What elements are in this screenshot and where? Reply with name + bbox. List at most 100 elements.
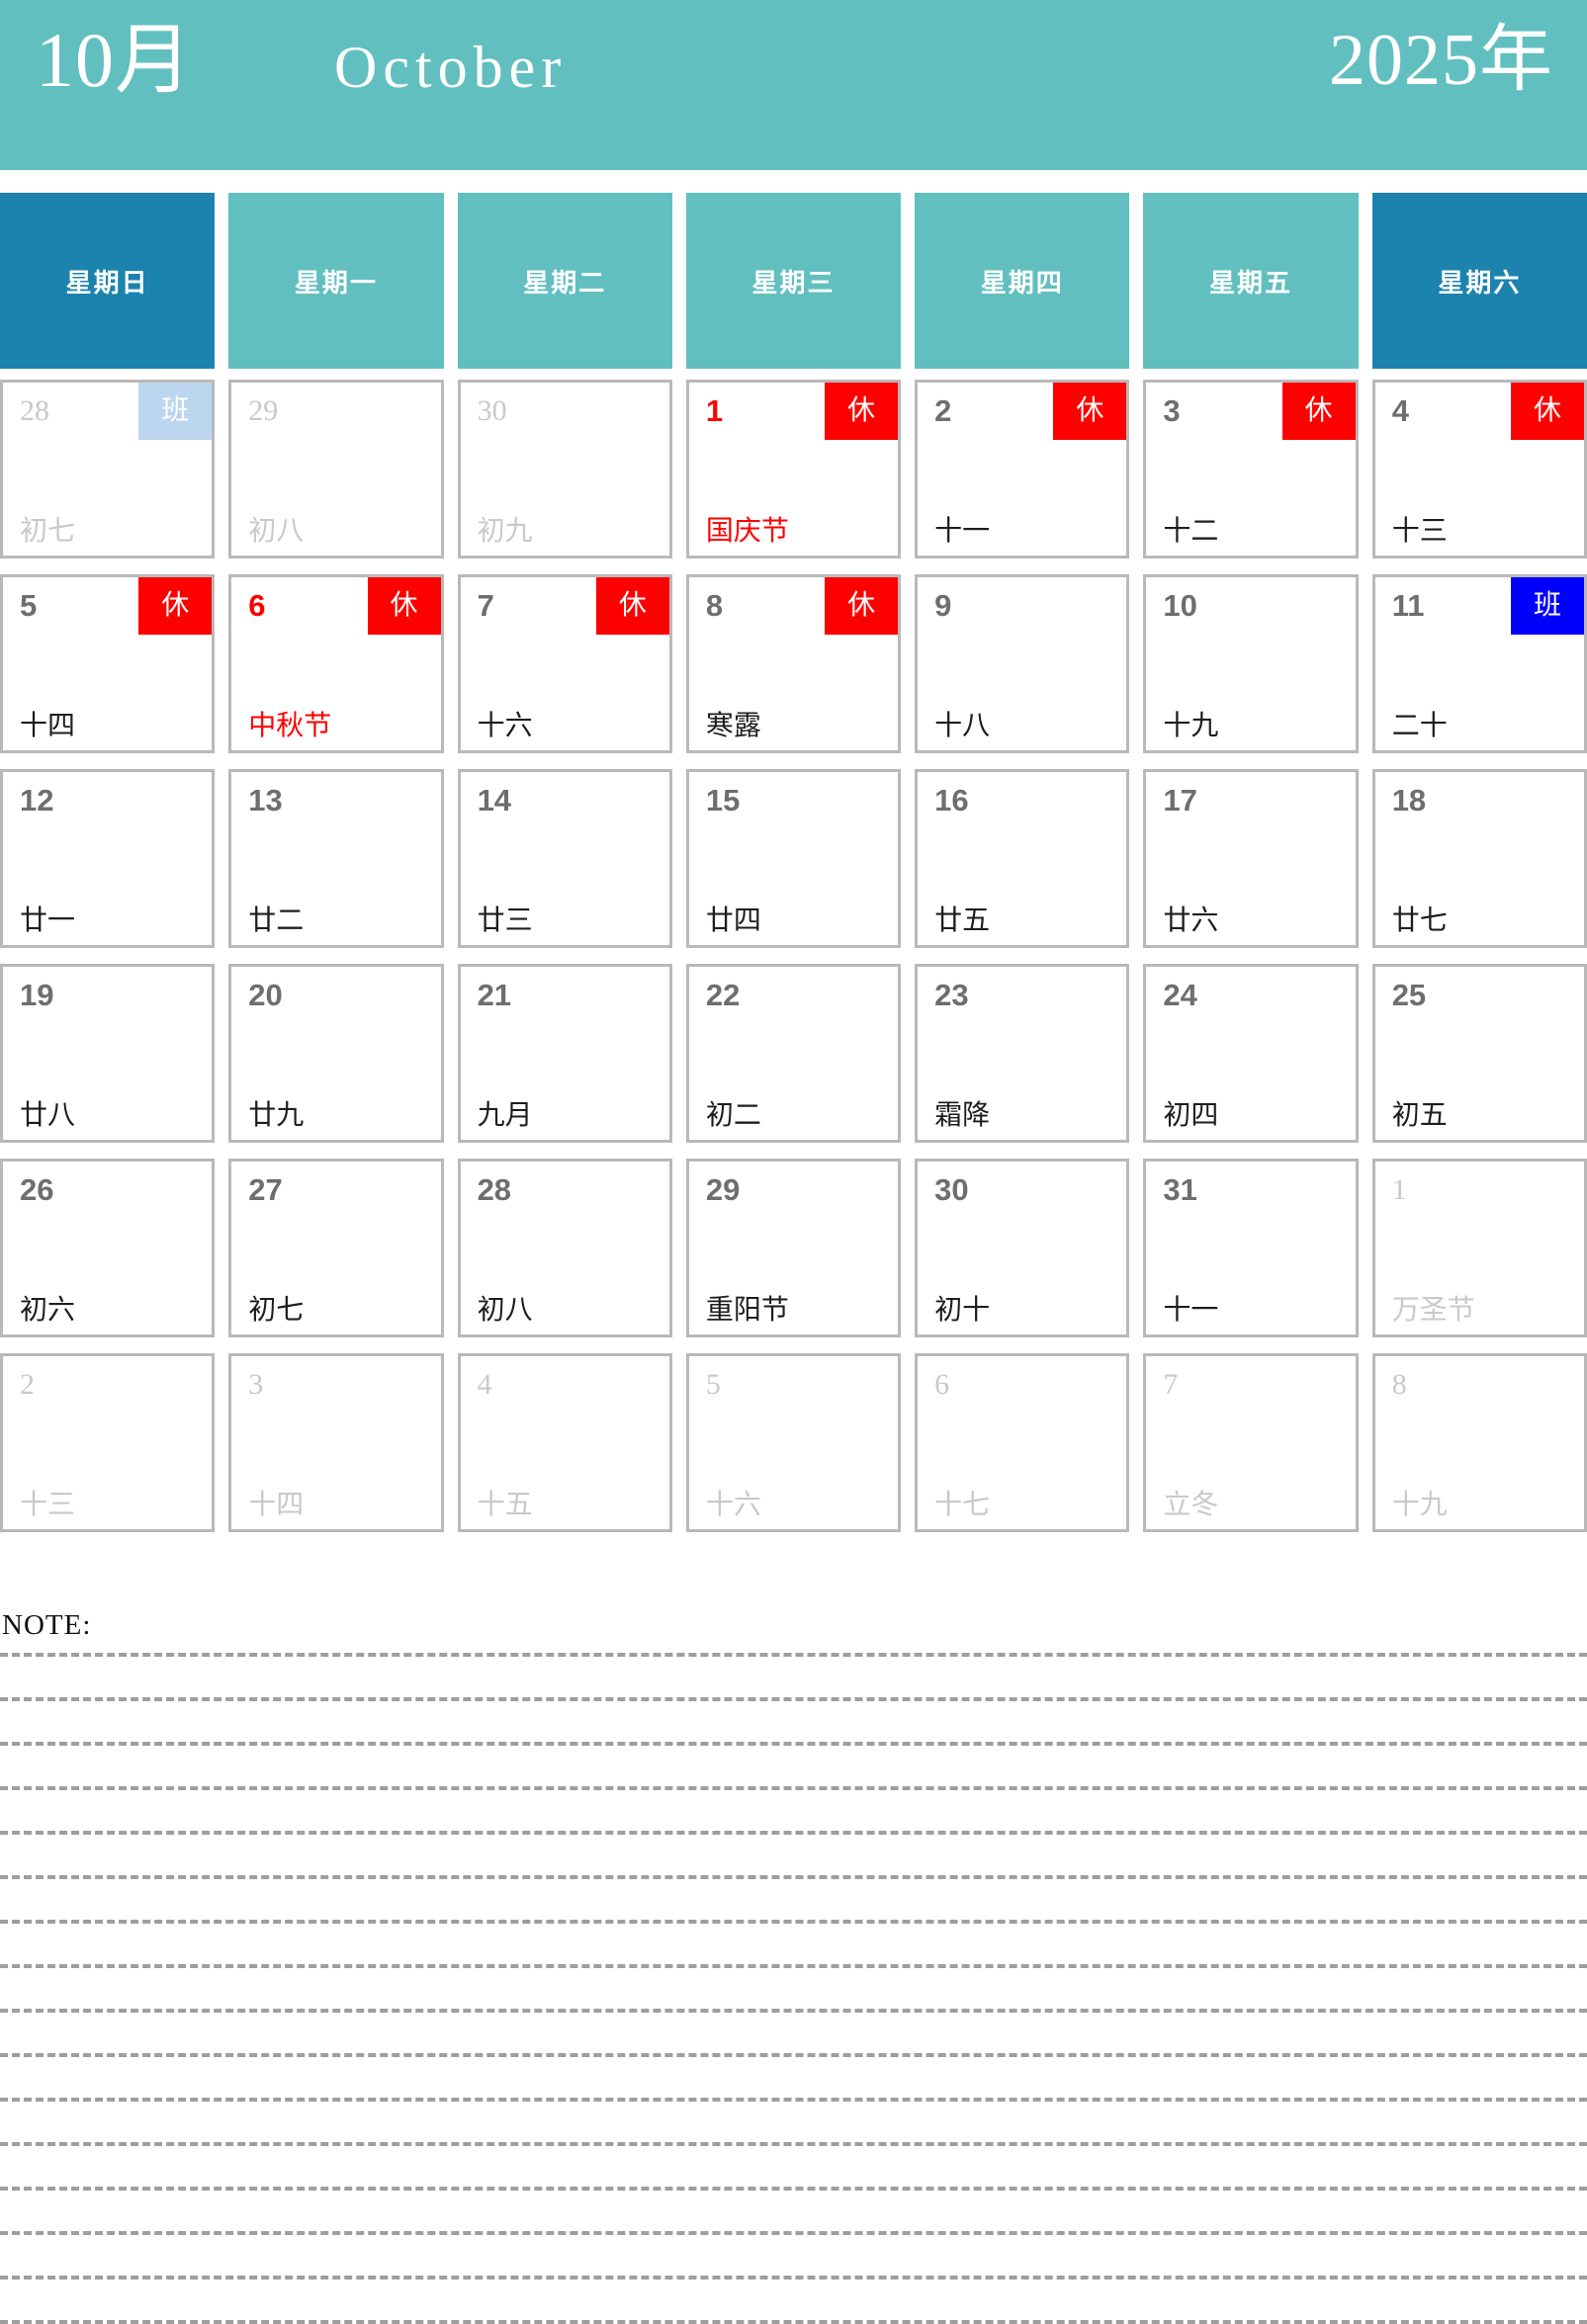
note-ruled-line[interactable] (0, 1697, 1587, 1701)
note-ruled-line[interactable] (0, 2187, 1587, 2191)
day-cell-31[interactable]: 31 十一 (1143, 1159, 1359, 1337)
day-cell-19[interactable]: 19 廿八 (0, 964, 216, 1143)
day-cell-30[interactable]: 30 初十 (915, 1159, 1130, 1337)
note-section: NOTE: (0, 1611, 1587, 2324)
day-number: 4 (1391, 393, 1409, 428)
day-cell-21[interactable]: 21 九月 (457, 964, 672, 1143)
day-cell-3[interactable]: 3 十二 休 (1143, 380, 1359, 559)
day-number: 30 (934, 1172, 969, 1207)
note-ruled-line[interactable] (0, 1786, 1587, 1790)
note-ruled-line[interactable] (0, 1742, 1587, 1746)
day-cell-16[interactable]: 16 廿五 (915, 769, 1130, 948)
day-cell-17[interactable]: 17 廿六 (1143, 769, 1359, 948)
day-number: 1 (1391, 1173, 1407, 1206)
lunar-label: 初五 (1391, 1100, 1448, 1132)
day-number: 7 (477, 588, 494, 623)
day-cell-15[interactable]: 15 廿四 (685, 769, 902, 948)
note-ruled-line[interactable] (0, 2142, 1587, 2146)
lunar-label: 初六 (20, 1295, 76, 1327)
day-cell-28[interactable]: 28 初八 (457, 1159, 672, 1337)
weekday-header-5: 星期五 (1143, 193, 1359, 369)
month-label-en: October (334, 35, 568, 100)
day-cell-8[interactable]: 8 寒露 休 (685, 574, 902, 753)
day-cell-6[interactable]: 6 中秋节 休 (228, 574, 444, 753)
day-cell-22[interactable]: 22 初二 (685, 964, 902, 1143)
day-cell-10[interactable]: 10 十九 (1143, 574, 1359, 753)
day-cell-1[interactable]: 1 国庆节 休 (685, 380, 902, 559)
day-cell-12[interactable]: 12 廿一 (0, 769, 216, 948)
day-cell-29[interactable]: 29 初八 (228, 380, 444, 559)
work-day-badge: 班 (1510, 577, 1584, 635)
day-number: 11 (1391, 588, 1425, 623)
year-label: 2025年 (1329, 20, 1553, 101)
day-cell-26[interactable]: 26 初六 (0, 1159, 216, 1337)
week-row: 2 十三 3 十四 4 十五 5 十六 6 十七 7 立冬 8 十九 (0, 1353, 1587, 1532)
day-number: 8 (705, 588, 724, 623)
note-ruled-line[interactable] (0, 2053, 1587, 2057)
weekday-header-0: 星期日 (0, 193, 216, 369)
lunar-label: 廿九 (248, 1100, 305, 1132)
day-cell-20[interactable]: 20 廿九 (228, 964, 444, 1143)
day-cell-8[interactable]: 8 十九 (1371, 1353, 1587, 1532)
day-cell-4[interactable]: 4 十五 (457, 1353, 672, 1532)
day-cell-23[interactable]: 23 霜降 (915, 964, 1130, 1143)
rest-day-badge: 休 (1510, 383, 1584, 440)
lunar-label: 十八 (934, 711, 991, 742)
note-ruled-line[interactable] (0, 2009, 1587, 2013)
day-cell-29[interactable]: 29 重阳节 (685, 1159, 902, 1337)
day-cell-7[interactable]: 7 十六 休 (457, 574, 672, 753)
note-ruled-line[interactable] (0, 1920, 1587, 1924)
day-cell-30[interactable]: 30 初九 (457, 380, 672, 559)
lunar-label: 初八 (477, 1295, 533, 1327)
day-cell-5[interactable]: 5 十六 (685, 1353, 902, 1532)
day-cell-2[interactable]: 2 十三 (0, 1353, 216, 1532)
week-row: 5 十四休 6 中秋节休 7 十六休 8 寒露休 9 十八 10 十九 11 二十班 (0, 574, 1587, 753)
day-number: 24 (1163, 978, 1197, 1012)
lunar-label: 初七 (20, 516, 76, 548)
lunar-label: 廿二 (248, 905, 305, 937)
note-ruled-line[interactable] (0, 1875, 1587, 1879)
day-cell-13[interactable]: 13 廿二 (228, 769, 444, 948)
day-number: 5 (20, 588, 38, 623)
lunar-label: 初八 (248, 516, 305, 548)
weekday-header-row: 星期日 星期一 星期二 星期三 星期四 星期五 星期六 (0, 193, 1587, 369)
lunar-label: 十九 (1391, 1490, 1448, 1521)
weekday-label: 星期四 (980, 267, 1064, 298)
day-cell-5[interactable]: 5 十四 休 (0, 574, 216, 753)
weekday-header-4: 星期四 (915, 193, 1130, 369)
weekday-header-3: 星期三 (685, 193, 902, 369)
day-cell-27[interactable]: 27 初七 (228, 1159, 444, 1337)
note-ruled-line[interactable] (0, 1653, 1587, 1657)
note-ruled-line[interactable] (0, 2231, 1587, 2235)
day-number: 21 (477, 978, 512, 1012)
day-number: 2 (20, 1368, 35, 1401)
day-cell-25[interactable]: 25 初五 (1371, 964, 1587, 1143)
note-ruled-line[interactable] (0, 1964, 1587, 1968)
day-cell-11[interactable]: 11 二十 班 (1371, 574, 1587, 753)
day-cell-2[interactable]: 2 十一 休 (915, 380, 1130, 559)
lunar-label: 十一 (934, 516, 991, 548)
day-number: 1 (705, 393, 724, 428)
note-ruled-line[interactable] (0, 1831, 1587, 1835)
day-cell-18[interactable]: 18 廿七 (1371, 769, 1587, 948)
day-cell-6[interactable]: 6 十七 (915, 1353, 1130, 1532)
day-number: 14 (477, 783, 512, 818)
day-cell-24[interactable]: 24 初四 (1143, 964, 1359, 1143)
rest-day-badge: 休 (825, 383, 899, 440)
day-cell-4[interactable]: 4 十三 休 (1371, 380, 1587, 559)
rest-day-badge: 休 (1053, 383, 1127, 440)
day-number: 13 (248, 783, 283, 818)
weekday-label: 星期三 (751, 267, 836, 298)
day-cell-3[interactable]: 3 十四 (228, 1353, 444, 1532)
lunar-label: 霜降 (934, 1100, 991, 1132)
note-ruled-line[interactable] (0, 2276, 1587, 2280)
note-ruled-line[interactable] (0, 2320, 1587, 2324)
day-cell-7[interactable]: 7 立冬 (1143, 1353, 1359, 1532)
note-ruled-line[interactable] (0, 2098, 1587, 2102)
day-cell-14[interactable]: 14 廿三 (457, 769, 672, 948)
lunar-label: 十七 (934, 1490, 991, 1521)
week-row: 12 廿一 13 廿二 14 廿三 15 廿四 16 廿五 17 廿六 18 廿七 (0, 769, 1587, 948)
day-cell-28[interactable]: 28 初七 班 (0, 380, 216, 559)
day-cell-1[interactable]: 1 万圣节 (1371, 1159, 1587, 1337)
day-cell-9[interactable]: 9 十八 (915, 574, 1130, 753)
